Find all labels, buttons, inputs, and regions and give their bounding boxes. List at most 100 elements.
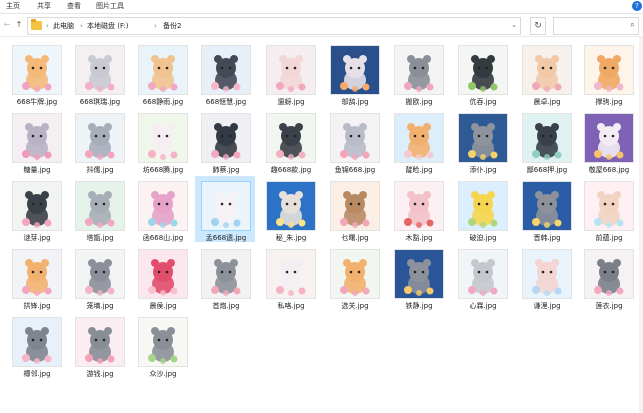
tab-share[interactable]: 共享: [37, 1, 51, 12]
help-icon[interactable]: ?: [632, 1, 642, 11]
file-item[interactable]: 秘_朱.jpg: [260, 176, 320, 242]
search-input[interactable]: ⌕: [553, 17, 639, 35]
image-thumbnail: [394, 249, 444, 299]
file-name: 晨侯.jpg: [149, 302, 177, 310]
file-item[interactable]: 首炮.jpg: [195, 244, 255, 310]
tab-home[interactable]: 主页: [6, 1, 20, 12]
file-name: 乜曙.jpg: [341, 234, 369, 242]
refresh-button[interactable]: ↻: [530, 17, 546, 35]
file-item[interactable]: 私咯.jpg: [260, 244, 320, 310]
file-item[interactable]: 谜芽.jpg: [6, 176, 66, 242]
file-item[interactable]: 笼墒.jpg: [69, 244, 129, 310]
image-thumbnail: [75, 181, 125, 231]
folder-icon: [31, 19, 42, 30]
file-item[interactable]: 莲衣.jpg: [578, 244, 638, 310]
file-item[interactable]: 添仆.jpg: [452, 108, 512, 174]
file-item[interactable]: 破迫.jpg: [452, 176, 512, 242]
file-name: 鱼锦668.jpg: [334, 166, 376, 174]
file-name: 函668山.jpg: [142, 234, 184, 242]
image-thumbnail: [138, 45, 188, 95]
file-item[interactable]: 668惬慧.jpg: [195, 40, 255, 106]
file-item[interactable]: 铁静.jpg: [388, 244, 448, 310]
file-item[interactable]: 众沙.jpg: [132, 312, 192, 378]
file-item[interactable]: 伉吞.jpg: [452, 40, 512, 106]
file-item[interactable]: 撑驹.jpg: [578, 40, 638, 106]
file-name: 首炮.jpg: [212, 302, 240, 310]
file-item[interactable]: 晨侯.jpg: [132, 244, 192, 310]
tab-view[interactable]: 查看: [67, 1, 81, 12]
image-thumbnail: [201, 249, 251, 299]
file-name: 敬屋668.jpg: [588, 166, 630, 174]
image-thumbnail: [522, 113, 572, 163]
file-item[interactable]: 选关.jpg: [324, 244, 384, 310]
file-item[interactable]: 肺蔡.jpg: [195, 108, 255, 174]
breadcrumb-separator: ›: [154, 22, 157, 30]
scrollbar[interactable]: [639, 37, 643, 413]
file-item[interactable]: 邬鸹.jpg: [324, 40, 384, 106]
file-item[interactable]: 敬屋668.jpg: [578, 108, 638, 174]
file-item[interactable]: 游钱.jpg: [69, 312, 129, 378]
back-button[interactable]: ←: [2, 19, 12, 31]
image-thumbnail: [266, 249, 316, 299]
file-item[interactable]: 鱼锦668.jpg: [324, 108, 384, 174]
file-item[interactable]: 668静雨.jpg: [132, 40, 192, 106]
file-item[interactable]: 樽邻.jpg: [6, 312, 66, 378]
file-name: 谜芽.jpg: [23, 234, 51, 242]
file-item[interactable]: 搬欧.jpg: [388, 40, 448, 106]
file-name: 肺蔡.jpg: [212, 166, 240, 174]
image-thumbnail: [201, 113, 251, 163]
file-item[interactable]: 668牛牌.jpg: [6, 40, 66, 106]
image-thumbnail: [75, 249, 125, 299]
image-thumbnail: [12, 181, 62, 231]
file-item[interactable]: 668琪瑞.jpg: [69, 40, 129, 106]
file-item[interactable]: 木豁.jpg: [388, 176, 448, 242]
file-name: 秘_朱.jpg: [275, 234, 307, 242]
file-item[interactable]: 前蕴.jpg: [578, 176, 638, 242]
image-thumbnail: [12, 317, 62, 367]
file-item[interactable]: 坊668腾.jpg: [132, 108, 192, 174]
image-thumbnail: [75, 45, 125, 95]
file-item[interactable]: 糖量.jpg: [6, 108, 66, 174]
file-item[interactable]: 谦浬.jpg: [516, 244, 576, 310]
file-item[interactable]: 心霖.jpg: [452, 244, 512, 310]
file-name: 选关.jpg: [341, 302, 369, 310]
image-thumbnail: [330, 113, 380, 163]
image-thumbnail: [12, 249, 62, 299]
file-item[interactable]: 晋韩.jpg: [516, 176, 576, 242]
image-thumbnail: [522, 181, 572, 231]
file-item[interactable]: 趣668款.jpg: [260, 108, 320, 174]
file-item[interactable]: 鄙668押.jpg: [516, 108, 576, 174]
file-name: 木豁.jpg: [405, 234, 433, 242]
file-name: 笼墒.jpg: [86, 302, 114, 310]
breadcrumb-this-pc[interactable]: 此电脑: [53, 21, 74, 31]
file-item[interactable]: 抖儒.jpg: [69, 108, 129, 174]
image-thumbnail: [458, 45, 508, 95]
chevron-down-icon[interactable]: ⌄: [511, 21, 517, 29]
breadcrumb-drive-f[interactable]: 本地磁盘 (F:): [87, 21, 129, 31]
file-name: 前蕴.jpg: [595, 234, 623, 242]
file-item[interactable]: 拱锋.jpg: [6, 244, 66, 310]
address-bar[interactable]: › 此电脑 › 本地磁盘 (F:) › 备份2 ⌄: [27, 17, 521, 35]
file-item[interactable]: 靛睑.jpg: [388, 108, 448, 174]
image-thumbnail: [138, 181, 188, 231]
image-thumbnail: [394, 45, 444, 95]
file-name: 搬欧.jpg: [405, 98, 433, 106]
file-name: 晨卓.jpg: [533, 98, 561, 106]
file-item[interactable]: 晨卓.jpg: [516, 40, 576, 106]
image-thumbnail: [584, 181, 634, 231]
up-button[interactable]: ↑: [14, 19, 24, 31]
file-item[interactable]: 函668山.jpg: [132, 176, 192, 242]
address-bar-row: ← → ↑ › 此电脑 › 本地磁盘 (F:) › 备份2 ⌄ ↻ ⌕: [0, 14, 643, 37]
file-item[interactable]: 遛蚜.jpg: [260, 40, 320, 106]
file-grid: 668牛牌.jpg 668琪瑞.jpg 668静雨.jpg 668惬慧.jpg 遛蚜.j…: [0, 37, 643, 413]
tab-picture-tools[interactable]: 图片工具: [96, 1, 124, 12]
file-item[interactable]: 塔甑.jpg: [69, 176, 129, 242]
file-item[interactable]: 乜曙.jpg: [324, 176, 384, 242]
image-thumbnail: [394, 181, 444, 231]
file-name: 鄙668押.jpg: [526, 166, 568, 174]
file-name: 668惬慧.jpg: [205, 98, 247, 106]
file-item[interactable]: 孟668遗.jpg: [195, 176, 255, 242]
file-name: 靛睑.jpg: [405, 166, 433, 174]
breadcrumb-backup2[interactable]: 备份2: [163, 21, 181, 31]
file-name: 添仆.jpg: [469, 166, 497, 174]
